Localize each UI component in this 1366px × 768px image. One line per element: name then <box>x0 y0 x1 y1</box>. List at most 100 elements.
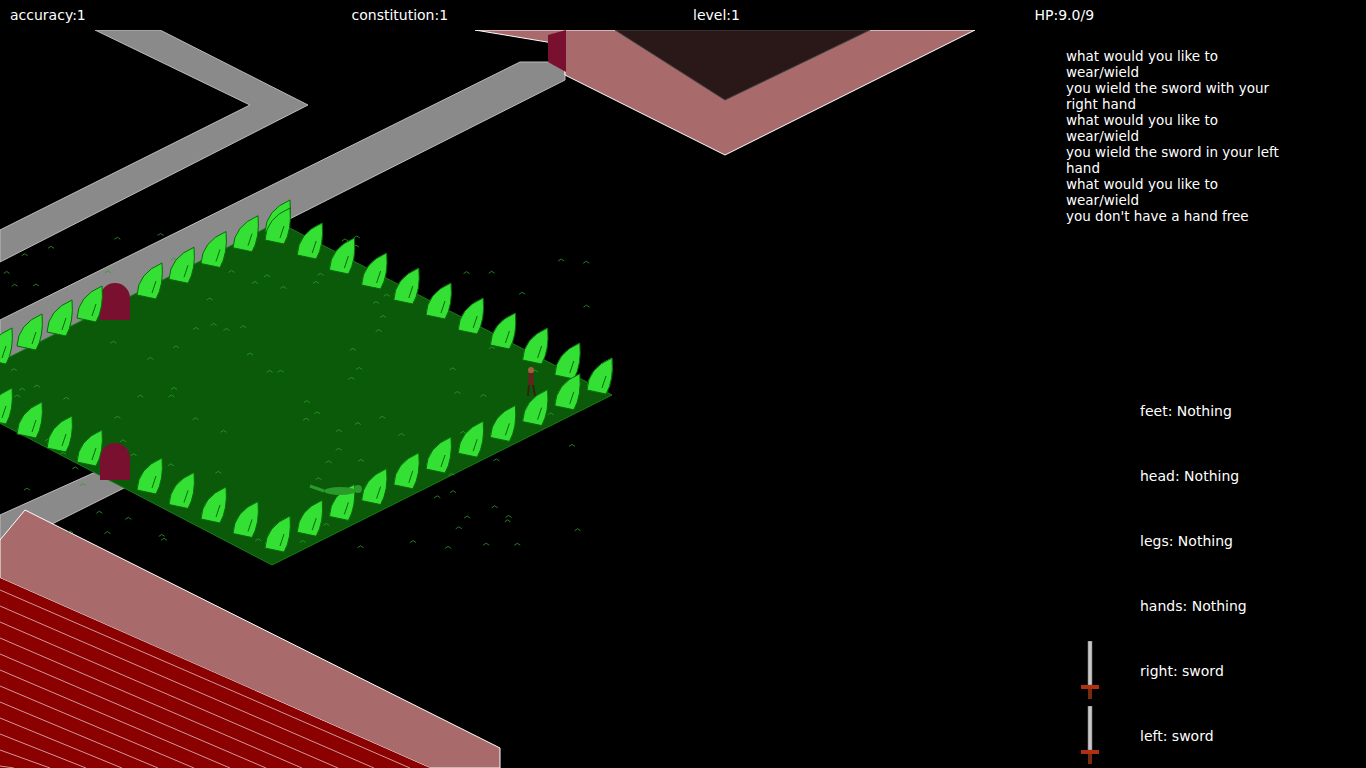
grass-blade <box>48 246 54 248</box>
grass-blade <box>67 531 73 533</box>
grass-blade <box>450 491 456 493</box>
grass-blade <box>410 541 416 543</box>
grass-blade <box>60 452 66 454</box>
hedge-vein <box>184 265 188 277</box>
door[interactable] <box>100 443 130 480</box>
hedge-vein <box>216 250 220 262</box>
hedge-bush <box>297 500 322 536</box>
grass-blade <box>464 272 470 274</box>
equipment-slot[interactable]: left: sword <box>1040 703 1366 768</box>
grass-blade <box>356 367 362 369</box>
hedge-vein <box>344 256 348 268</box>
hedge-vein <box>441 455 445 467</box>
grass-blade <box>192 418 198 420</box>
message-line: you wield the sword with your right hand <box>1066 80 1281 112</box>
grass-blade <box>379 416 385 418</box>
grass-blade <box>158 233 164 235</box>
grass-blade <box>24 488 30 490</box>
grass-blade <box>376 330 382 332</box>
hedge-bush <box>0 328 12 364</box>
message-log: what would you like to wear/wield you wie… <box>1040 30 1281 224</box>
hedge-vein <box>377 271 381 283</box>
grass-blade <box>247 353 253 355</box>
equipment-slot[interactable]: head: Nothing <box>1040 443 1366 508</box>
grass-blade <box>464 516 470 518</box>
hedge-bush <box>17 314 42 350</box>
grass-blade <box>489 271 495 273</box>
grass-blade <box>125 517 131 519</box>
grass-blade <box>480 395 486 397</box>
hedge-vein <box>505 423 509 435</box>
game-map[interactable] <box>0 30 1040 768</box>
grass-blade <box>505 520 511 522</box>
hedge-vein <box>92 304 96 316</box>
grass-blade <box>4 271 10 273</box>
hedge-bush <box>362 253 387 289</box>
hedge-vein <box>409 471 413 483</box>
building-floor <box>0 578 430 768</box>
grass-blade <box>336 430 342 432</box>
message-line: you don't have a hand free <box>1066 208 1281 224</box>
hedge-bush <box>137 263 162 299</box>
hedge-bush <box>329 238 354 274</box>
grass-blade <box>110 341 116 343</box>
grass-blade <box>63 397 69 399</box>
grass-blade <box>336 448 342 450</box>
grass-blade <box>348 377 354 379</box>
floor-line <box>0 638 302 768</box>
hedge-bush <box>47 416 72 452</box>
grass-blade <box>303 418 309 420</box>
equipment-slot[interactable]: hands: Nothing <box>1040 573 1366 638</box>
equipment-slot[interactable]: feet: Nothing <box>1040 378 1366 443</box>
hedge-bush <box>490 313 515 349</box>
grass-blade <box>72 467 78 469</box>
grass-blade <box>171 387 177 389</box>
grass-blade <box>574 529 580 531</box>
hedge-vein <box>312 241 316 253</box>
hedge-bush <box>490 405 515 441</box>
hedge-vein <box>32 420 36 432</box>
grass-blade <box>22 254 28 256</box>
grass-blade <box>548 413 554 415</box>
grass-blade <box>19 388 25 390</box>
grass-blade <box>489 347 495 349</box>
grass-blade <box>168 395 174 397</box>
lizard-enemy[interactable] <box>310 485 362 495</box>
floor-line <box>0 622 338 768</box>
grass-blade <box>313 281 319 283</box>
grass-blade <box>519 292 525 294</box>
hedge-bush <box>169 473 194 509</box>
hedge-bush <box>0 388 12 424</box>
grass-blade <box>342 239 348 241</box>
message-line: what would you like to wear/wield <box>1066 176 1281 208</box>
side-panel: what would you like to wear/wield you wie… <box>1040 30 1366 768</box>
grass-blade <box>317 273 323 275</box>
grass-blade <box>398 434 404 436</box>
hedge-bush <box>426 437 451 473</box>
grass-blade <box>267 370 273 372</box>
hedge-vein <box>344 502 348 514</box>
grass-blade <box>96 511 102 513</box>
hedge-vein <box>248 520 252 532</box>
floor-line <box>0 606 374 768</box>
grass-blade <box>105 271 111 273</box>
hedge-bush <box>169 247 194 283</box>
door[interactable] <box>100 283 130 320</box>
equipment-slot[interactable]: right: sword <box>1040 638 1366 703</box>
hedge-vein <box>473 316 477 328</box>
player-character[interactable] <box>528 367 535 396</box>
hedge-vein <box>2 346 6 358</box>
grass-blade <box>460 431 466 433</box>
slot-label: hands: Nothing <box>1140 598 1247 614</box>
grass-blade <box>358 546 364 548</box>
hedge-bush <box>587 358 612 394</box>
stat-label: level:1 <box>683 7 1025 23</box>
hedge-bush <box>233 502 258 538</box>
grass-blade <box>34 385 40 387</box>
equipment-slot[interactable]: legs: Nothing <box>1040 508 1366 573</box>
grass-blade <box>583 261 589 263</box>
hedge-bush <box>587 358 612 394</box>
floor-line <box>0 718 122 768</box>
grass-blade <box>147 357 153 359</box>
stat-label: constitution:1 <box>342 7 684 23</box>
